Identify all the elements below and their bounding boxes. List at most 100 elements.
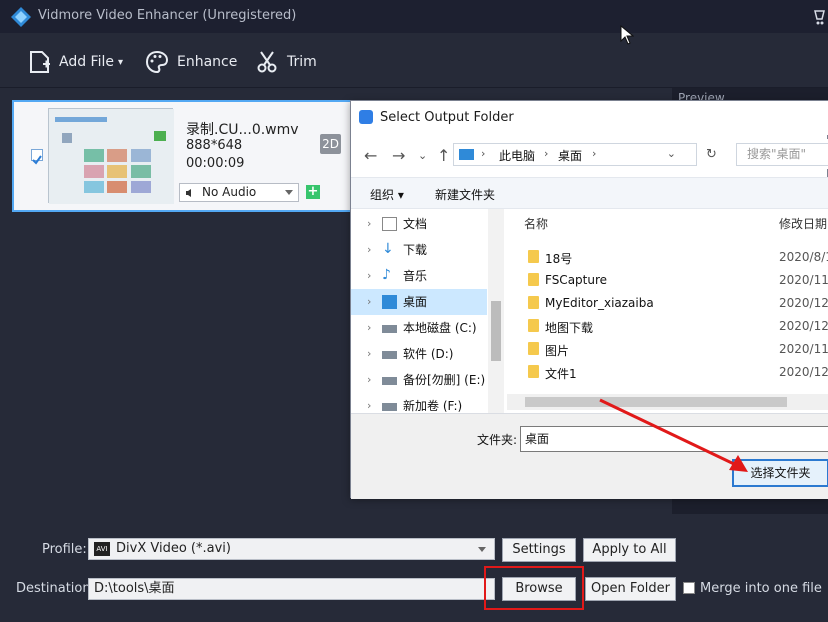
music-icon: ♪ (382, 267, 391, 283)
enhance-button[interactable]: Enhance (145, 49, 237, 75)
breadcrumb-pc[interactable]: 此电脑 (499, 147, 535, 164)
tree-item-drive-c[interactable]: › 本地磁盘 (C:) (351, 315, 487, 341)
folder-date: 2020/12/ (779, 296, 828, 310)
drive-icon (382, 351, 397, 359)
chevron-down-icon (285, 190, 293, 195)
main-toolbar: Add File ▾ Enhance Trim (0, 33, 828, 88)
trim-label: Trim (287, 54, 317, 70)
settings-button[interactable]: Settings (502, 538, 576, 562)
chevron-right-icon: › (367, 217, 372, 230)
chevron-right-icon: › (367, 269, 372, 282)
folder-date: 2020/11/ (779, 273, 828, 287)
column-date[interactable]: 修改日期 (779, 215, 827, 232)
folder-icon (528, 319, 539, 332)
add-file-button[interactable]: Add File ▾ (28, 49, 123, 75)
folder-row[interactable]: MyEditor_xiazaiba 2020/12/ (511, 291, 828, 314)
command-bar: 组织 ▾ 新建文件夹 (351, 177, 828, 209)
desktop-icon (382, 295, 397, 309)
chevron-right-icon: › (367, 399, 372, 412)
chevron-right-icon: › (367, 295, 372, 308)
speaker-icon (186, 189, 191, 197)
destination-field[interactable]: D:\tools\桌面 (88, 578, 495, 600)
audio-track-select[interactable]: No Audio (179, 183, 299, 202)
profile-value: DivX Video (*.avi) (116, 541, 231, 556)
avi-icon: AVI (94, 541, 110, 556)
2d-badge: 2D (320, 134, 341, 154)
cart-icon[interactable] (814, 6, 828, 26)
merge-label: Merge into one file (700, 581, 822, 596)
drive-icon (382, 403, 397, 411)
add-audio-button[interactable]: + (306, 185, 320, 199)
enhance-label: Enhance (177, 54, 238, 70)
merge-checkbox[interactable] (683, 582, 695, 594)
dialog-title: Select Output Folder (380, 110, 514, 125)
apply-to-all-button[interactable]: Apply to All (583, 538, 676, 562)
folder-row[interactable]: 文件1 2020/12/ (511, 360, 828, 383)
navigation-tree: › 文档 › ↓ 下载 › ♪ 音乐 › 桌面 › 本地磁盘 (C:) › 软件 (D:) › 备… (351, 209, 506, 413)
folder-date: 2020/12/ (779, 319, 828, 333)
search-input[interactable]: 搜索"桌面" (736, 143, 828, 166)
file-card[interactable]: 录制.CU...0.wmv 888*648 00:00:09 2D No Aud… (12, 100, 352, 212)
folder-row[interactable]: 18号 2020/8/1 (511, 245, 828, 268)
tree-label: 音乐 (403, 269, 428, 283)
forward-icon[interactable]: → (392, 146, 405, 165)
tree-scroll-thumb[interactable] (491, 301, 501, 361)
drive-icon (382, 377, 397, 385)
tree-item-drive-d[interactable]: › 软件 (D:) (351, 341, 487, 367)
tree-item-music[interactable]: › ♪ 音乐 (351, 263, 487, 289)
tree-item-documents[interactable]: › 文档 (351, 211, 487, 237)
tree-scrollbar[interactable] (488, 209, 504, 413)
folder-icon (528, 273, 539, 286)
folder-input[interactable]: 桌面 (520, 426, 828, 452)
folder-name: 地图下载 (545, 321, 594, 335)
download-icon: ↓ (382, 241, 394, 257)
up-icon[interactable]: ↑ (437, 146, 450, 165)
chevron-right-icon: › (367, 373, 372, 386)
tree-label: 本地磁盘 (C:) (403, 321, 477, 335)
breadcrumb-desktop[interactable]: 桌面 (558, 147, 582, 164)
dialog-footer: 文件夹: 桌面 选择文件夹 (351, 413, 828, 499)
trim-button[interactable]: Trim (255, 49, 317, 75)
tree-label: 文档 (403, 217, 428, 231)
folder-row[interactable]: FSCapture 2020/11/ (511, 268, 828, 291)
chevron-down-icon[interactable]: ⌄ (667, 147, 676, 160)
document-icon (382, 217, 397, 231)
folder-label: 文件夹: (477, 433, 518, 447)
app-window: Vidmore Video Enhancer (Unregistered) Ad… (0, 0, 828, 622)
folder-name: 文件1 (545, 367, 577, 381)
folder-icon (528, 365, 539, 378)
back-icon[interactable]: ← (364, 146, 377, 165)
tree-label: 桌面 (403, 295, 428, 309)
navigation-bar: ← → ⌄ ↑ › 此电脑 › 桌面 › ⌄ ↻ 搜索"桌面" (351, 139, 828, 169)
address-bar[interactable]: › 此电脑 › 桌面 › ⌄ (453, 143, 697, 166)
video-thumbnail (48, 108, 174, 204)
select-folder-button[interactable]: 选择文件夹 (732, 459, 828, 487)
folder-date: 2020/8/1 (779, 250, 828, 264)
tree-item-drive-f[interactable]: › 新加卷 (F:) (351, 393, 487, 413)
chevron-right-icon: › (367, 347, 372, 360)
mouse-cursor-icon (620, 25, 634, 45)
tree-item-downloads[interactable]: › ↓ 下载 (351, 237, 487, 263)
title-bar: Vidmore Video Enhancer (Unregistered) (0, 0, 828, 33)
recent-dropdown-icon[interactable]: ⌄ (418, 149, 427, 162)
folder-icon (528, 250, 539, 263)
tree-item-desktop[interactable]: › 桌面 (351, 289, 487, 315)
open-folder-button[interactable]: Open Folder (585, 577, 676, 601)
tree-label: 新加卷 (F:) (403, 399, 463, 413)
list-horizontal-scrollbar[interactable] (507, 394, 828, 410)
browse-highlight (484, 566, 584, 610)
refresh-icon[interactable]: ↻ (706, 147, 717, 162)
folder-row[interactable]: 地图下载 2020/12/ (511, 314, 828, 337)
organize-menu[interactable]: 组织 ▾ (370, 186, 404, 203)
add-file-label: Add File (59, 54, 114, 70)
file-checkbox[interactable] (31, 149, 43, 165)
new-folder-button[interactable]: 新建文件夹 (435, 186, 495, 203)
folder-icon (528, 342, 539, 355)
folder-row[interactable]: 图片 2020/11/ (511, 337, 828, 360)
profile-select[interactable]: AVI DivX Video (*.avi) (88, 538, 495, 560)
column-name[interactable]: 名称 (524, 215, 548, 232)
horizontal-scroll-thumb[interactable] (525, 397, 787, 407)
folder-name: 图片 (545, 344, 570, 358)
tree-item-drive-e[interactable]: › 备份[勿删] (E:) (351, 367, 487, 393)
chevron-right-icon: › (367, 243, 372, 256)
